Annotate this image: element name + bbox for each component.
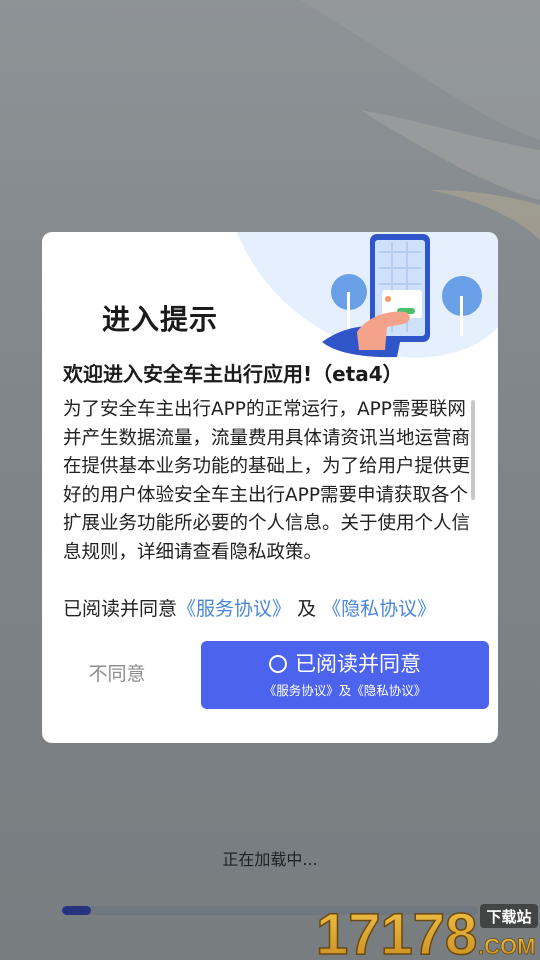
agree-button[interactable]: 已阅读并同意 《服务协议》及《隐私协议》 (201, 641, 489, 709)
loading-text: 正在加载中... (222, 850, 318, 869)
policy-text-area[interactable]: 为了安全车主出行APP的正常运行，APP需要联网并产生数据流量，流量费用具体请资… (63, 396, 475, 582)
service-agreement-link[interactable]: 《服务协议》 (177, 598, 291, 620)
privacy-agreement-link[interactable]: 《隐私协议》 (322, 598, 436, 620)
welcome-heading: 欢迎进入安全车主出行应用!（eta4） (63, 362, 403, 386)
agree-button-main: 已阅读并同意 (201, 651, 489, 677)
watermark-logo: 17178 下载站 .COM (315, 901, 538, 960)
radio-circle-icon (269, 655, 287, 673)
policy-scrollbar[interactable] (471, 400, 475, 500)
dialog-title: 进入提示 (102, 303, 219, 336)
loading-progress-fill (62, 906, 92, 915)
watermark-tag: 下载站 (486, 908, 531, 926)
agreement-line: 已阅读并同意《服务协议》 及 《隐私协议》 (63, 594, 436, 621)
agree-button-subtitle: 《服务协议》及《隐私协议》 (263, 683, 427, 698)
agreement-and: 及 (297, 598, 317, 620)
agreement-prefix: 已阅读并同意 (63, 598, 178, 620)
agree-button-label: 已阅读并同意 (295, 652, 421, 676)
consent-dialog: 进入提示 欢迎进入安全车主出行应用!（eta4） 为了安全车主出行APP的正常运… (42, 232, 498, 743)
watermark-domain: .COM (478, 934, 535, 959)
phone-map-illustration (237, 232, 498, 358)
policy-text: 为了安全车主出行APP的正常运行，APP需要联网并产生数据流量，流量费用具体请资… (63, 399, 471, 563)
disagree-button[interactable]: 不同意 (62, 656, 172, 692)
watermark-brand: 17178 (316, 902, 477, 960)
